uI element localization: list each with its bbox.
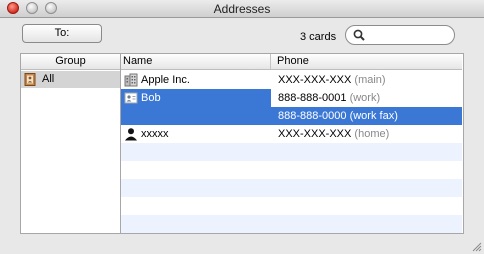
resize-grip-icon[interactable] (472, 242, 482, 252)
phone-number: 888-888-0001 (278, 92, 347, 104)
group-column-header[interactable]: Group (21, 54, 120, 70)
contact-name: xxxxx (141, 128, 169, 140)
phone-label: (work fax) (349, 110, 398, 122)
contact-phone: 888-888-0000 (work fax) (278, 107, 398, 125)
row-stripe (121, 215, 462, 233)
title-bar: Addresses (0, 0, 484, 18)
window-title: Addresses (213, 2, 271, 16)
contact-row-selected[interactable]: Bob 888-888-0001 (work) (121, 89, 462, 107)
contact-phone: XXX-XXX-XXX (home) (278, 125, 389, 143)
to-button[interactable]: To: (22, 24, 102, 43)
contact-name: Apple Inc. (141, 74, 190, 86)
group-item-label: All (42, 73, 55, 85)
phone-number: XXX-XXX-XXX (278, 128, 352, 140)
contact-row[interactable]: xxxxx XXX-XXX-XXX (home) (121, 125, 462, 143)
group-item-all[interactable]: All (21, 71, 120, 88)
building-icon (124, 73, 138, 87)
contact-phone: XXX-XXX-XXX (main) (278, 71, 386, 89)
name-column-header[interactable]: Name (121, 54, 271, 70)
phone-label: (main) (354, 74, 386, 86)
phone-number: 888-888-0000 (278, 110, 347, 122)
group-list: Group All (20, 53, 121, 234)
search-icon (353, 29, 365, 41)
contact-list: Name Phone Apple Inc. XXX-XXX-XXX (main) (121, 53, 464, 234)
vcard-icon (124, 92, 138, 104)
address-book-icon (24, 73, 36, 86)
contact-name: Bob (141, 92, 161, 104)
card-count: 3 cards (300, 31, 337, 43)
contact-phone-row-selected[interactable]: 888-888-0000 (work fax) (121, 107, 462, 125)
row-stripe (121, 143, 462, 161)
phone-label: (home) (354, 128, 390, 140)
row-stripe (121, 179, 462, 197)
row-stripe (121, 161, 462, 179)
search-field[interactable] (345, 25, 455, 45)
contact-phone: 888-888-0001 (work) (278, 89, 380, 107)
phone-label: (work) (349, 92, 381, 104)
person-silhouette-icon (125, 128, 137, 141)
contact-row[interactable]: Apple Inc. XXX-XXX-XXX (main) (121, 71, 462, 89)
row-stripe (121, 197, 462, 215)
phone-number: XXX-XXX-XXX (278, 74, 352, 86)
search-input[interactable] (370, 28, 448, 42)
phone-column-header[interactable]: Phone (271, 54, 462, 70)
